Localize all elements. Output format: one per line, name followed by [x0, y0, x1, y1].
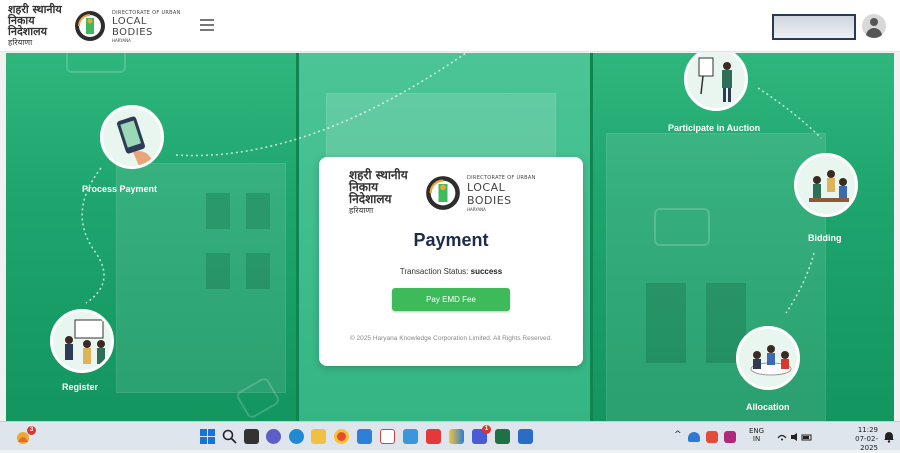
- status-label: Transaction Status:: [399, 267, 469, 276]
- card-brand-logo: शहरी स्थानीय निकाय निदेशालय हरियाणा DIRE…: [345, 169, 557, 215]
- search-icon[interactable]: [222, 429, 237, 444]
- brand-logo[interactable]: शहरी स्थानीय निकाय निदेशालय हरियाणा DIRE…: [8, 4, 186, 47]
- windows-start-icon[interactable]: [200, 429, 215, 444]
- user-avatar-icon[interactable]: [862, 14, 886, 38]
- transaction-status: Transaction Status: success: [319, 267, 583, 276]
- user-name-box[interactable]: [772, 14, 856, 40]
- card-brand-en-sub: HARYANA: [467, 206, 486, 212]
- brand-en-sub: HARYANA: [112, 37, 131, 43]
- card-emblem-icon: [426, 176, 460, 210]
- store-app-icon[interactable]: [449, 429, 464, 444]
- step-bidding-label: Bidding: [808, 233, 842, 243]
- brand-hindi-sub: हरियाणा: [8, 38, 33, 47]
- pay-emd-fee-button[interactable]: Pay EMD Fee: [392, 288, 510, 311]
- show-hidden-icons-chevron-icon[interactable]: ^: [674, 430, 682, 440]
- notification-badge: 3: [27, 426, 36, 435]
- clock-time: 11:29: [857, 426, 878, 434]
- brand-hindi-name: शहरी स्थानीय निकाय निदेशालय हरियाणा: [8, 4, 68, 48]
- language-indicator[interactable]: ENG IN: [749, 427, 764, 443]
- language-code: ENG: [749, 427, 765, 435]
- clock-date: 07-02-2025: [855, 435, 878, 452]
- brand-english-name: DIRECTORATE OF URBAN LOCAL BODIES HARYAN…: [112, 10, 186, 43]
- card-brand-en-main: LOCAL BODIES: [467, 180, 512, 207]
- payment-card: शहरी स्थानीय निकाय निदेशालय हरियाणा DIRE…: [319, 157, 583, 366]
- card-brand-hindi-line2: निकाय निदेशालय: [349, 180, 392, 206]
- onedrive-icon[interactable]: [688, 432, 700, 442]
- page-title: Payment: [413, 230, 489, 250]
- process-payment-illustration: [100, 105, 164, 169]
- wifi-volume-battery-icon[interactable]: [776, 432, 812, 442]
- step-allocation-label: Allocation: [746, 402, 790, 412]
- notification-bell-icon[interactable]: [884, 431, 894, 443]
- top-header: शहरी स्थानीय निकाय निदेशालय हरियाणा DIRE…: [0, 0, 900, 52]
- outlook-icon[interactable]: [357, 429, 372, 444]
- card-brand-hindi: शहरी स्थानीय निकाय निदेशालय हरियाणा: [349, 169, 419, 217]
- media-app-icon[interactable]: [426, 429, 441, 444]
- step-process-payment-label: Process Payment: [82, 184, 158, 194]
- task-view-icon[interactable]: [244, 429, 259, 444]
- hamburger-menu-icon[interactable]: [200, 19, 214, 31]
- status-value: success: [470, 267, 503, 276]
- allocation-illustration: [736, 326, 800, 390]
- chrome-icon[interactable]: [334, 429, 349, 444]
- emblem-icon: [75, 11, 105, 41]
- word-icon[interactable]: [518, 429, 533, 444]
- file-explorer-icon[interactable]: [311, 429, 326, 444]
- teams-badge: 1: [482, 425, 491, 434]
- card-brand-english: DIRECTORATE OF URBAN LOCAL BODIES HARYAN…: [467, 175, 553, 212]
- pdf-app-icon[interactable]: [380, 429, 395, 444]
- brand-hindi-line2: निकाय निदेशालय: [8, 14, 47, 38]
- brand-en-main: LOCAL BODIES: [112, 15, 153, 38]
- windows-taskbar: 3 1 ^ ENG IN 11:29 07-02-2025: [0, 421, 900, 453]
- excel-icon[interactable]: [495, 429, 510, 444]
- edge-browser-icon[interactable]: [289, 429, 304, 444]
- chat-icon[interactable]: [266, 429, 281, 444]
- step-register-label: Register: [62, 382, 99, 392]
- register-illustration: [50, 309, 114, 373]
- tray-app2-icon[interactable]: [724, 431, 736, 443]
- language-region: IN: [752, 435, 761, 443]
- network-app-icon[interactable]: [403, 429, 418, 444]
- bidding-illustration: [794, 153, 858, 217]
- system-clock[interactable]: 11:29 07-02-2025: [838, 426, 878, 453]
- step-participate-label: Participate in Auction: [668, 123, 761, 133]
- card-brand-hindi-sub: हरियाणा: [349, 206, 374, 215]
- tray-app-icon[interactable]: [706, 431, 718, 443]
- brand-en-top: DIRECTORATE OF URBAN: [112, 9, 181, 16]
- copyright-footer: © 2025 Haryana Knowledge Corporation Lim…: [349, 335, 553, 342]
